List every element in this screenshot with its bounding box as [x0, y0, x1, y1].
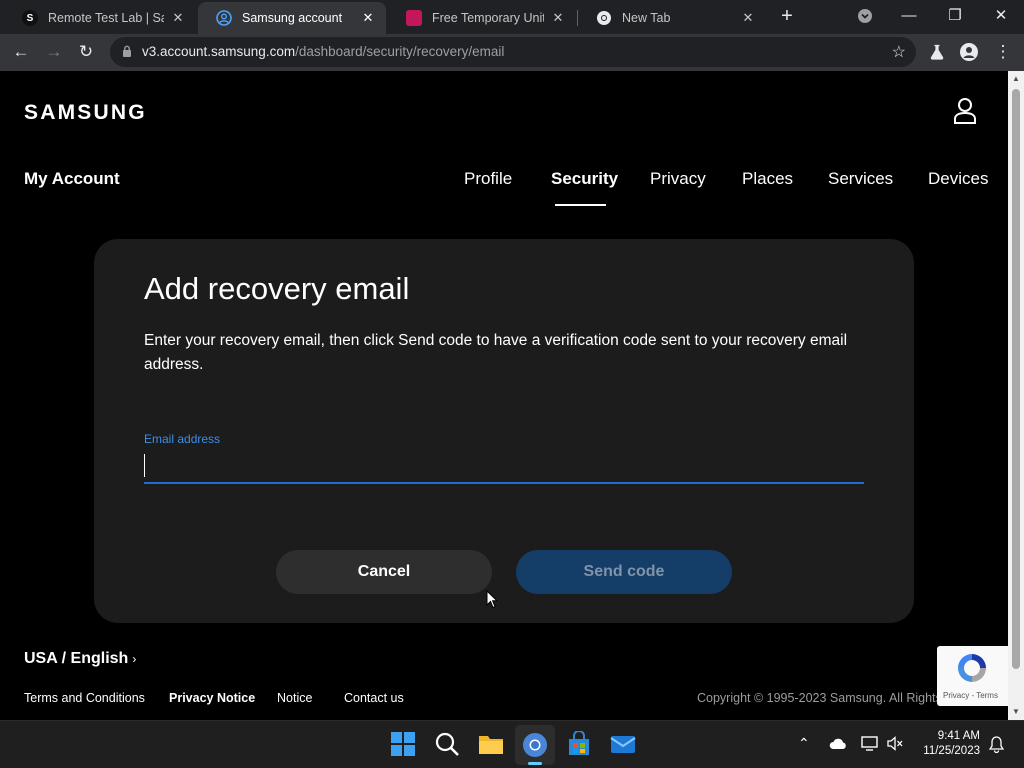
- close-tab-icon[interactable]: ✕: [740, 10, 756, 26]
- temp-number-favicon-icon: [406, 10, 422, 26]
- chrome-icon: [523, 733, 547, 757]
- close-tab-icon[interactable]: ✕: [170, 10, 186, 26]
- user-account-icon[interactable]: [952, 97, 978, 125]
- nav-devices[interactable]: Devices: [928, 169, 988, 189]
- tab-title: Remote Test Lab | Samsung: [48, 11, 164, 25]
- profile-avatar-icon[interactable]: [958, 41, 980, 63]
- tab-new-tab[interactable]: New Tab ✕: [578, 2, 766, 34]
- start-icon[interactable]: [390, 731, 416, 757]
- nav-privacy[interactable]: Privacy: [650, 169, 706, 189]
- file-explorer-icon[interactable]: [478, 731, 504, 757]
- system-clock[interactable]: 9:41 AM 11/25/2023: [908, 729, 980, 759]
- restore-window-icon[interactable]: ❐: [940, 4, 970, 28]
- samsung-account-favicon-icon: [216, 10, 232, 26]
- tab-temporary-number[interactable]: Free Temporary United States ✕: [388, 2, 576, 34]
- close-tab-icon[interactable]: ✕: [360, 10, 376, 26]
- browser-menu-icon[interactable]: ⋮: [992, 41, 1014, 63]
- url-text: v3.account.samsung.com/dashboard/securit…: [142, 44, 505, 59]
- page-scrollbar[interactable]: ▲ ▼: [1008, 71, 1024, 720]
- clock-date: 11/25/2023: [923, 745, 980, 757]
- chrome-taskbar-button[interactable]: [515, 725, 555, 765]
- samsung-logo[interactable]: SAMSUNG: [24, 101, 147, 125]
- recovery-email-card: Add recovery email Enter your recovery e…: [94, 239, 914, 623]
- tab-remote-test-lab[interactable]: S Remote Test Lab | Samsung ✕: [4, 2, 196, 34]
- show-hidden-icons-chevron-up-icon[interactable]: ⌃: [798, 735, 810, 752]
- close-window-icon[interactable]: ✕: [986, 4, 1016, 28]
- scroll-up-arrow-icon[interactable]: ▲: [1011, 74, 1021, 83]
- new-tab-plus-icon[interactable]: +: [776, 6, 798, 28]
- tab-title: Samsung account: [242, 11, 343, 25]
- region-language-selector[interactable]: USA / English ›: [24, 650, 136, 668]
- tab-search-icon[interactable]: [850, 4, 880, 28]
- minimize-window-icon[interactable]: —: [894, 4, 924, 28]
- store-icon[interactable]: [566, 731, 592, 757]
- clock-time: 9:41 AM: [937, 730, 980, 742]
- network-display-icon[interactable]: [861, 736, 878, 751]
- active-nav-indicator: [555, 204, 606, 206]
- footer-link-privacy-notice[interactable]: Privacy Notice: [169, 691, 255, 705]
- back-arrow-icon[interactable]: ←: [10, 41, 32, 63]
- labs-flask-icon[interactable]: [926, 41, 948, 63]
- nav-profile[interactable]: Profile: [464, 169, 512, 189]
- close-tab-icon[interactable]: ✕: [550, 10, 566, 26]
- bookmark-star-icon[interactable]: ☆: [892, 42, 906, 62]
- address-bar[interactable]: v3.account.samsung.com/dashboard/securit…: [110, 37, 916, 67]
- nav-security[interactable]: Security: [551, 169, 618, 189]
- windows-taskbar: ⌃ 9:41 AM 11/25/2023: [0, 720, 1024, 768]
- footer-link-contact[interactable]: Contact us: [344, 691, 404, 705]
- tab-samsung-account[interactable]: Samsung account ✕: [198, 2, 386, 34]
- card-description: Enter your recovery email, then click Se…: [144, 332, 848, 373]
- nav-services[interactable]: Services: [828, 169, 893, 189]
- chevron-right-icon: ›: [132, 652, 137, 666]
- reload-icon[interactable]: ↻: [75, 41, 97, 63]
- recaptcha-logo-icon: [958, 654, 986, 682]
- recaptcha-badge[interactable]: Privacy - Terms: [937, 646, 1008, 706]
- copyright-text: Copyright © 1995-2023 Samsung. All Right…: [697, 691, 937, 705]
- forward-arrow-icon[interactable]: →: [43, 41, 65, 63]
- card-title: Add recovery email: [144, 271, 410, 306]
- cancel-button[interactable]: Cancel: [276, 550, 492, 594]
- email-field-label: Email address: [144, 432, 221, 446]
- text-caret: [144, 454, 145, 477]
- mouse-cursor-icon: [486, 590, 498, 609]
- browser-tab-bar: S Remote Test Lab | Samsung ✕ Samsung ac…: [0, 0, 1024, 34]
- tab-title: New Tab: [622, 11, 671, 25]
- tab-title: Free Temporary United States: [432, 11, 544, 25]
- chrome-favicon-icon: [596, 10, 612, 26]
- search-icon[interactable]: [434, 731, 460, 757]
- notification-bell-icon[interactable]: [989, 736, 1004, 753]
- mail-icon[interactable]: [610, 731, 636, 757]
- my-account-title[interactable]: My Account: [24, 169, 120, 189]
- samsung-favicon-icon: S: [22, 10, 38, 26]
- scroll-down-arrow-icon[interactable]: ▼: [1011, 707, 1021, 716]
- samsung-account-page: SAMSUNG My Account Profile Security Priv…: [0, 71, 1008, 720]
- browser-toolbar: ← → ↻ v3.account.samsung.com/dashboard/s…: [0, 34, 1024, 71]
- scrollbar-thumb[interactable]: [1012, 89, 1020, 669]
- nav-places[interactable]: Places: [742, 169, 793, 189]
- onedrive-cloud-icon[interactable]: [829, 738, 847, 750]
- lock-icon: [123, 45, 131, 57]
- active-app-indicator: [528, 762, 542, 765]
- screen: S Remote Test Lab | Samsung ✕ Samsung ac…: [0, 0, 1024, 768]
- footer-link-notice[interactable]: Notice: [277, 691, 312, 705]
- email-field[interactable]: [144, 452, 864, 484]
- speaker-muted-icon[interactable]: [887, 736, 904, 751]
- send-code-button[interactable]: Send code: [516, 550, 732, 594]
- region-label: USA / English: [24, 650, 129, 667]
- footer-link-terms[interactable]: Terms and Conditions: [24, 691, 145, 705]
- recaptcha-links[interactable]: Privacy - Terms: [943, 691, 998, 700]
